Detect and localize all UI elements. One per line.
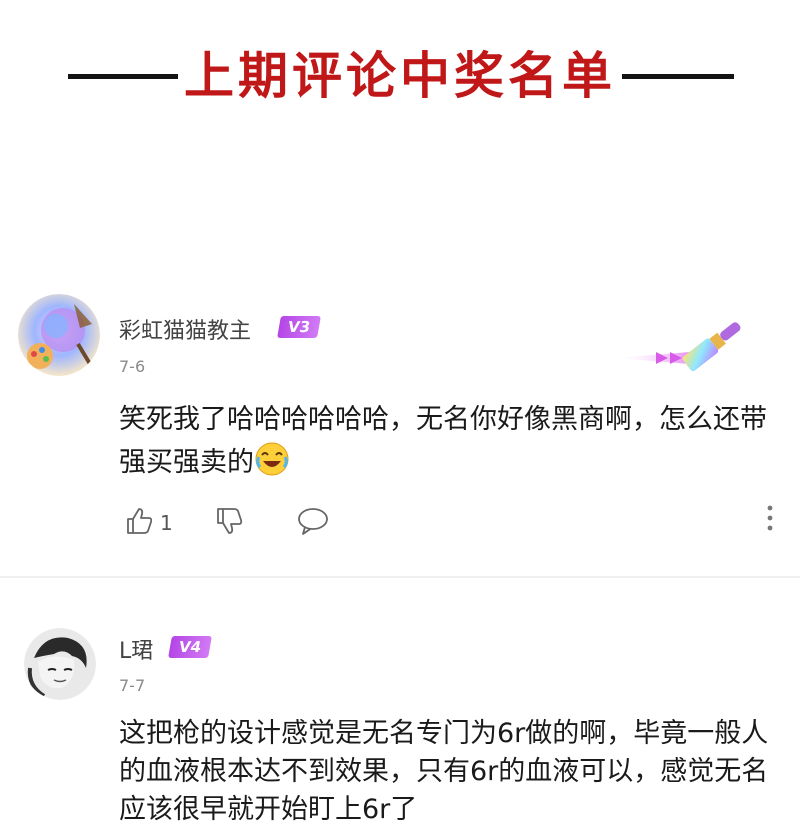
level-badge: V3 xyxy=(277,316,321,338)
like-button[interactable]: 1 xyxy=(124,506,173,540)
comment-date: 7-7 xyxy=(119,676,146,695)
comment-actions: 1 xyxy=(0,498,800,542)
comment-bubble-icon xyxy=(296,506,330,540)
thumbs-down-icon xyxy=(214,506,244,540)
thumbs-up-icon xyxy=(124,506,154,540)
comment-divider xyxy=(0,576,800,578)
reply-button[interactable] xyxy=(296,506,330,540)
banner-right-rule xyxy=(622,74,734,79)
more-vertical-icon xyxy=(760,505,780,538)
laughing-crying-emoji-icon xyxy=(254,441,290,477)
comment-text: 这把枪的设计感觉是无名专门为6r做的啊，毕竟一般人的血液根本达不到效果，只有6r… xyxy=(119,718,769,825)
avatar[interactable] xyxy=(24,628,96,700)
comment-text: 笑死我了哈哈哈哈哈哈，无名你好像黑商啊，怎么还带强买强卖的 xyxy=(119,398,779,484)
award-banner: 上期评论中奖名单 xyxy=(0,40,800,116)
paintbrush-decoration-icon xyxy=(610,302,750,380)
avatar[interactable] xyxy=(18,294,100,376)
comment-date: 7-6 xyxy=(119,357,146,376)
comment-item: 彩虹猫猫教主 V3 7-6 笑死我了哈哈哈哈哈哈，无名你好像黑商啊，怎么还带强买… xyxy=(0,290,800,572)
banner-left-rule xyxy=(68,74,178,79)
like-count: 1 xyxy=(160,511,173,535)
more-options-button[interactable] xyxy=(760,502,780,534)
dislike-button[interactable] xyxy=(214,506,244,540)
comment-item: L珺 V4 7-7 这把枪的设计感觉是无名专门为6r做的啊，毕竟一般人的血液根本… xyxy=(0,618,800,837)
username[interactable]: 彩虹猫猫教主 xyxy=(119,313,251,345)
comment-text-content: 笑死我了哈哈哈哈哈哈，无名你好像黑商啊，怎么还带强买强卖的 xyxy=(119,404,767,478)
username[interactable]: L珺 xyxy=(119,633,153,665)
level-badge: V4 xyxy=(168,636,212,658)
banner-title: 上期评论中奖名单 xyxy=(184,47,616,105)
